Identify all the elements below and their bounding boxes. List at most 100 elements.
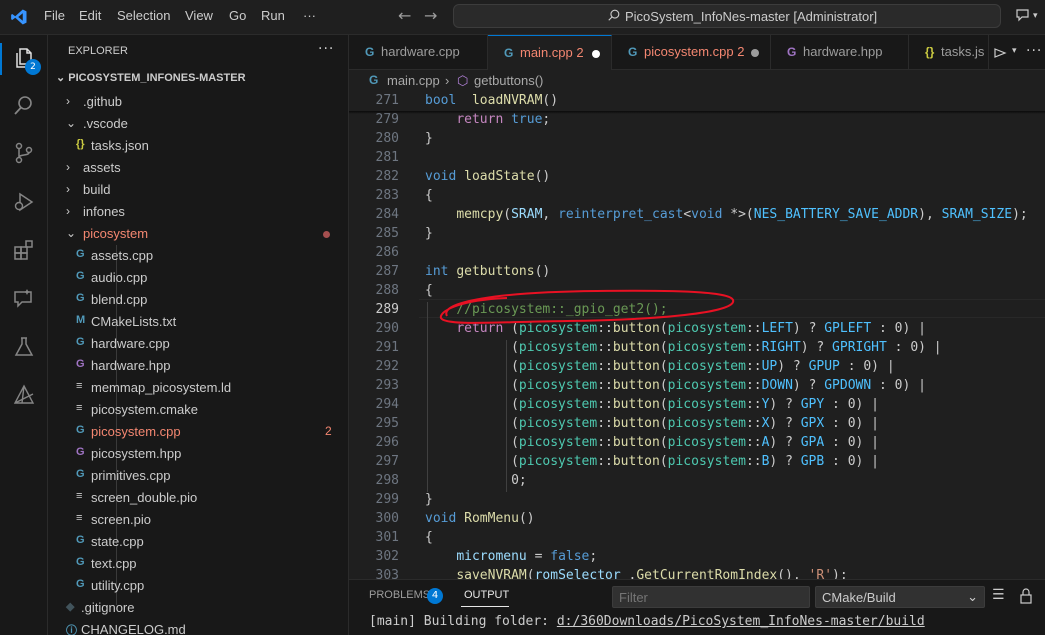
editor-tab[interactable]: Gpicosystem.cpp 2 bbox=[612, 35, 771, 70]
cpp-file-icon: G bbox=[76, 424, 85, 436]
hpp-file-icon: G bbox=[76, 358, 85, 370]
back-arrow-icon[interactable]: ← bbox=[398, 6, 411, 25]
copilot-chat-icon[interactable] bbox=[1014, 6, 1032, 24]
search-icon[interactable] bbox=[12, 93, 36, 117]
folder-item[interactable]: › build bbox=[48, 179, 348, 201]
file-item[interactable]: ≡ screen_double.pio bbox=[48, 487, 348, 509]
output-path-link[interactable]: d:/360Downloads/PicoSystem_InfoNes-maste… bbox=[557, 614, 925, 629]
breadcrumb-file[interactable]: main.cpp bbox=[387, 73, 440, 88]
file-item[interactable]: ◆ .gitignore bbox=[48, 597, 348, 619]
code-line[interactable]: 294 (picosystem::button(picosystem::Y) ?… bbox=[349, 396, 1045, 415]
chat-icon[interactable] bbox=[12, 287, 36, 311]
code-editor[interactable]: 271 bool loadNVRAM() 279 return true; 280} 2… bbox=[349, 92, 1045, 579]
code-line[interactable]: 297 (picosystem::button(picosystem::B) ?… bbox=[349, 453, 1045, 472]
cpp-file-icon: G bbox=[76, 270, 85, 282]
file-item[interactable]: M CMakeLists.txt bbox=[48, 311, 348, 333]
file-item[interactable]: Ghardware.hpp bbox=[48, 355, 348, 377]
code-line[interactable]: 299} bbox=[349, 491, 1045, 510]
editor-tab[interactable]: {} tasks.js bbox=[909, 35, 989, 70]
menu-edit[interactable]: Edit bbox=[79, 8, 101, 23]
output-channel-select[interactable]: CMake/Build ⌄ bbox=[815, 586, 985, 608]
list-filter-icon[interactable]: ☰ bbox=[992, 587, 1005, 603]
ld-file-icon: ≡ bbox=[76, 380, 83, 392]
folder-item[interactable]: ⌄ .vscode bbox=[48, 113, 348, 135]
code-line[interactable]: 291 (picosystem::button(picosystem::RIGH… bbox=[349, 339, 1045, 358]
tree-item-label: .vscode bbox=[83, 116, 128, 131]
testing-flask-icon[interactable] bbox=[12, 335, 36, 359]
extensions-icon[interactable] bbox=[12, 238, 36, 262]
more-actions-icon[interactable]: ··· bbox=[318, 41, 334, 57]
folder-item[interactable]: › .github bbox=[48, 91, 348, 113]
file-item[interactable]: Ghardware.cpp bbox=[48, 333, 348, 355]
code-line[interactable]: 295 (picosystem::button(picosystem::X) ?… bbox=[349, 415, 1045, 434]
file-item[interactable]: Gblend.cpp bbox=[48, 289, 348, 311]
run-task-icon[interactable] bbox=[992, 45, 1008, 61]
code-line[interactable]: 285} bbox=[349, 225, 1045, 244]
chevron-down-icon[interactable]: ▾ bbox=[1033, 11, 1038, 21]
unsaved-dot-icon[interactable] bbox=[592, 50, 600, 58]
active-tab-indicator bbox=[461, 606, 509, 607]
code-line[interactable]: 300 void RomMenu() bbox=[349, 510, 1045, 529]
code-text: { bbox=[425, 283, 433, 298]
code-line[interactable]: 298 0; bbox=[349, 472, 1045, 491]
command-center-search[interactable]: PicoSystem_InfoNes-master [Administrator… bbox=[453, 4, 1001, 28]
tab-output[interactable]: OUTPUT bbox=[464, 589, 509, 601]
run-debug-icon[interactable] bbox=[12, 190, 36, 214]
editor-tab[interactable]: Gmain.cpp 2 bbox=[488, 35, 612, 70]
source-control-icon[interactable] bbox=[12, 141, 36, 165]
file-item[interactable]: ≡ memmap_picosystem.ld bbox=[48, 377, 348, 399]
code-line[interactable]: 271 bool loadNVRAM() bbox=[349, 92, 1045, 111]
code-line[interactable]: 296 (picosystem::button(picosystem::A) ?… bbox=[349, 434, 1045, 453]
file-item[interactable]: Gutility.cpp bbox=[48, 575, 348, 597]
menu-view[interactable]: View bbox=[185, 8, 213, 23]
code-line[interactable]: 301 { bbox=[349, 529, 1045, 548]
lock-icon[interactable] bbox=[1019, 588, 1033, 604]
breadcrumb-symbol[interactable]: getbuttons() bbox=[474, 73, 543, 88]
tree-item-label: picosystem.cmake bbox=[91, 402, 198, 417]
file-item[interactable]: ⓘ CHANGELOG.md bbox=[48, 619, 348, 635]
cmake-icon[interactable] bbox=[12, 383, 36, 407]
output-filter-input[interactable] bbox=[612, 586, 810, 608]
more-actions-icon[interactable]: ··· bbox=[1026, 43, 1042, 59]
code-line[interactable]: 280} bbox=[349, 130, 1045, 149]
menu-go[interactable]: Go bbox=[229, 8, 246, 23]
file-item[interactable]: Gtext.cpp bbox=[48, 553, 348, 575]
editor-tabs: Ghardware.cpp Gmain.cpp 2 Gpicosystem.cpp … bbox=[349, 35, 1045, 70]
editor-tab[interactable]: Ghardware.cpp bbox=[349, 35, 488, 70]
file-item[interactable]: Gstate.cpp bbox=[48, 531, 348, 553]
folder-item[interactable]: › assets bbox=[48, 157, 348, 179]
editor-tab[interactable]: Ghardware.hpp bbox=[771, 35, 909, 70]
folder-item[interactable]: › infones bbox=[48, 201, 348, 223]
menu-file[interactable]: File bbox=[44, 8, 65, 23]
code-line[interactable]: 283 { bbox=[349, 187, 1045, 206]
code-line[interactable]: 287 int getbuttons() bbox=[349, 263, 1045, 282]
code-line[interactable]: 286 bbox=[349, 244, 1045, 263]
file-item[interactable]: Gprimitives.cpp bbox=[48, 465, 348, 487]
code-line[interactable]: 282 void loadState() bbox=[349, 168, 1045, 187]
code-line[interactable]: 302 micromenu = false; bbox=[349, 548, 1045, 567]
unsaved-dot-icon[interactable] bbox=[751, 49, 759, 57]
menu-run[interactable]: Run bbox=[261, 8, 285, 23]
file-item[interactable]: Gpicosystem.hpp bbox=[48, 443, 348, 465]
tab-problems[interactable]: PROBLEMS bbox=[369, 589, 430, 601]
menu-selection[interactable]: Selection bbox=[117, 8, 170, 23]
menu-more[interactable]: ··· bbox=[303, 8, 316, 23]
search-icon bbox=[608, 9, 620, 21]
forward-arrow-icon[interactable]: → bbox=[424, 6, 437, 25]
cpp-file-icon: G bbox=[369, 73, 379, 87]
code-line[interactable]: 292 (picosystem::button(picosystem::UP) … bbox=[349, 358, 1045, 377]
file-item[interactable]: Gaudio.cpp bbox=[48, 267, 348, 289]
workspace-root[interactable]: ⌄ PICOSYSTEM_INFONES-MASTER bbox=[56, 71, 246, 84]
file-item[interactable]: Gassets.cpp bbox=[48, 245, 348, 267]
file-item[interactable]: {} tasks.json bbox=[48, 135, 348, 157]
chevron-down-icon[interactable]: ▾ bbox=[1012, 46, 1017, 56]
code-line[interactable]: 284 memcpy(SRAM, reinterpret_cast<void *… bbox=[349, 206, 1045, 225]
file-item[interactable]: Gpicosystem.cpp 2 bbox=[48, 421, 348, 443]
folder-item[interactable]: ⌄ picosystem bbox=[48, 223, 348, 245]
file-item[interactable]: ≡ screen.pio bbox=[48, 509, 348, 531]
chevron-right-icon: › bbox=[66, 160, 70, 174]
code-line[interactable]: 293 (picosystem::button(picosystem::DOWN… bbox=[349, 377, 1045, 396]
code-line[interactable]: 303 saveNVRAM(romSelector_.GetCurrentRom… bbox=[349, 567, 1045, 579]
code-line[interactable]: 281 bbox=[349, 149, 1045, 168]
file-item[interactable]: ≡ picosystem.cmake bbox=[48, 399, 348, 421]
